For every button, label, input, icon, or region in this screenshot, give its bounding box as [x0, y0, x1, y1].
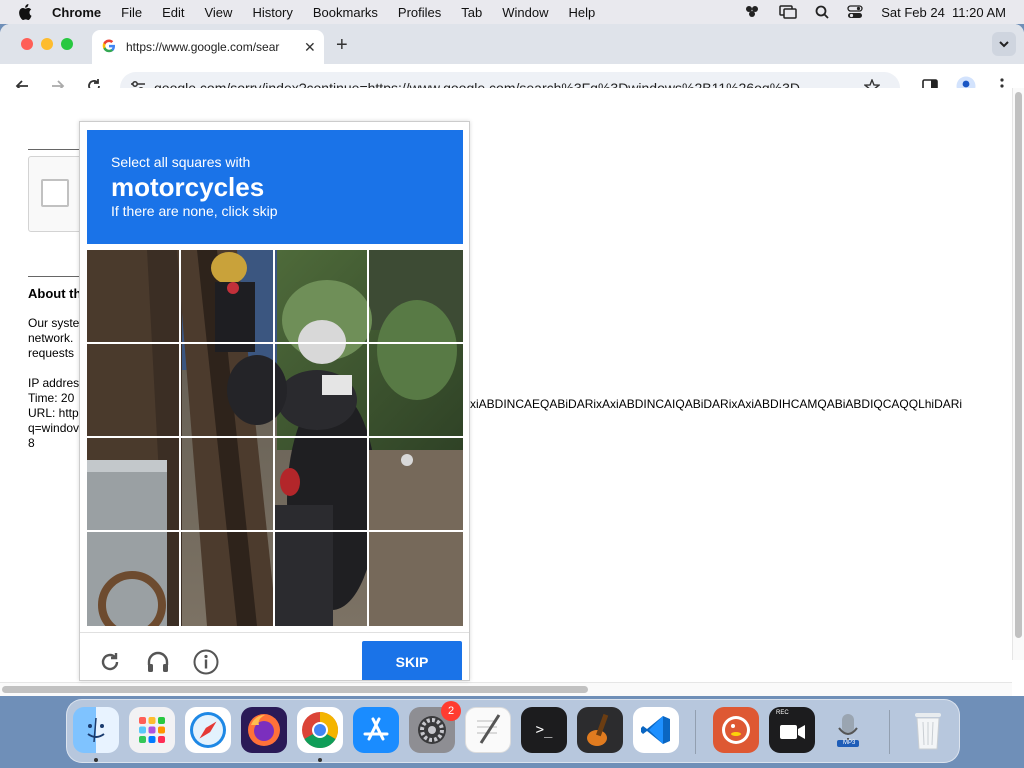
menu-edit[interactable]: Edit	[162, 5, 184, 20]
captcha-instruction: Select all squares with	[111, 154, 251, 170]
captcha-tile[interactable]	[87, 250, 179, 342]
vertical-scrollbar[interactable]	[1012, 88, 1024, 660]
captcha-reload-button[interactable]	[95, 649, 125, 679]
menu-bar: Chrome File Edit View History Bookmarks …	[0, 0, 1024, 24]
dock-separator	[695, 710, 696, 754]
recaptcha-checkbox[interactable]	[41, 179, 69, 207]
horizontal-scrollbar[interactable]	[0, 682, 1012, 696]
tab-title: https://www.google.com/sear	[126, 40, 280, 54]
captcha-tile[interactable]	[369, 344, 461, 436]
about-heading: About th	[28, 286, 82, 301]
system-settings-icon[interactable]: 2	[409, 701, 461, 753]
captcha-tile[interactable]	[181, 438, 273, 530]
close-window-button[interactable]	[21, 38, 33, 50]
body-line: network.	[28, 331, 74, 345]
captcha-tile[interactable]	[275, 438, 367, 530]
fullscreen-window-button[interactable]	[61, 38, 73, 50]
dock: 2 >_ REC MP3	[66, 699, 960, 763]
vscode-icon[interactable]	[633, 707, 679, 753]
captcha-tile[interactable]	[87, 344, 179, 436]
captcha-tile[interactable]	[87, 532, 179, 624]
query-line: q=windov	[28, 421, 80, 435]
new-tab-button[interactable]: +	[336, 34, 348, 57]
safari-icon[interactable]	[185, 707, 231, 753]
menu-help[interactable]: Help	[569, 5, 596, 20]
screen-recorder-icon[interactable]: REC	[769, 707, 815, 753]
google-favicon-icon	[102, 39, 116, 56]
chrome-icon[interactable]	[297, 707, 343, 753]
menu-app-name[interactable]: Chrome	[52, 5, 101, 20]
url-line: URL: http	[28, 406, 79, 420]
mp3-label: MP3	[843, 740, 856, 746]
menu-profiles[interactable]: Profiles	[398, 5, 441, 20]
body-line: Our syste	[28, 316, 80, 330]
menu-file[interactable]: File	[121, 5, 142, 20]
running-indicator	[94, 758, 98, 762]
ip-address-line: IP addres	[28, 376, 80, 390]
apple-icon[interactable]	[18, 4, 38, 20]
minimize-window-button[interactable]	[41, 38, 53, 50]
captcha-tile[interactable]	[275, 532, 367, 624]
skip-button[interactable]: SKIP	[362, 641, 462, 680]
captcha-tile[interactable]	[275, 344, 367, 436]
menu-view[interactable]: View	[204, 5, 232, 20]
captcha-tile[interactable]	[181, 250, 273, 342]
mic-icon[interactable]: MP3	[825, 707, 871, 753]
menubar-clock[interactable]: Sat Feb 24 11:20 AM	[881, 5, 1006, 20]
url-continuation: xiABDINCAEQABiDARixAxiABDINCAIQABiDARixA…	[470, 397, 963, 411]
captcha-tile[interactable]	[369, 438, 461, 530]
launchpad-icon[interactable]	[129, 707, 175, 753]
notification-badge: 2	[441, 701, 461, 721]
scrollbar-thumb[interactable]	[2, 686, 588, 693]
tab-search-button[interactable]	[992, 32, 1016, 56]
tab-google-sorry[interactable]: https://www.google.com/sear ✕	[92, 30, 324, 64]
duckduckgo-icon[interactable]	[713, 707, 759, 753]
captcha-audio-button[interactable]	[143, 649, 173, 679]
dock-separator	[889, 710, 890, 754]
captcha-tile[interactable]	[369, 532, 461, 624]
menu-bookmarks[interactable]: Bookmarks	[313, 5, 378, 20]
captcha-footer: SKIP	[80, 632, 469, 680]
terminal-prompt: >_	[535, 722, 553, 738]
textedit-icon[interactable]	[465, 707, 511, 753]
chevron-down-icon	[998, 35, 1010, 53]
info-icon	[193, 649, 219, 680]
users-icon[interactable]	[743, 4, 761, 20]
captcha-tile[interactable]	[275, 250, 367, 342]
terminal-icon[interactable]: >_	[521, 707, 567, 753]
scrollbar-thumb[interactable]	[1015, 92, 1022, 638]
captcha-image-grid	[87, 250, 463, 626]
captcha-keyword: motorcycles	[111, 172, 265, 202]
captcha-challenge: Select all squares with motorcycles If t…	[79, 121, 470, 681]
headphones-icon	[146, 650, 170, 679]
captcha-info-button[interactable]	[191, 649, 221, 679]
captcha-note: If there are none, click skip	[111, 203, 278, 219]
tab-close-icon[interactable]: ✕	[304, 39, 316, 56]
menu-tab[interactable]: Tab	[461, 5, 482, 20]
menu-history[interactable]: History	[252, 5, 292, 20]
body-line: requests	[28, 346, 75, 360]
captcha-tile[interactable]	[181, 344, 273, 436]
captcha-tile[interactable]	[87, 438, 179, 530]
app-store-icon[interactable]	[353, 707, 399, 753]
query-line-end: 8	[28, 436, 35, 450]
garageband-icon[interactable]	[577, 707, 623, 753]
rec-label: REC	[776, 710, 789, 716]
control-center-icon[interactable]	[847, 5, 863, 19]
trash-icon[interactable]	[905, 707, 951, 753]
tab-strip: https://www.google.com/sear ✕ +	[0, 24, 1024, 64]
running-indicator	[318, 758, 322, 762]
captcha-tile[interactable]	[181, 532, 273, 624]
captcha-header: Select all squares with motorcycles If t…	[87, 130, 463, 244]
finder-icon[interactable]	[73, 707, 119, 753]
spotlight-search-icon[interactable]	[815, 5, 829, 19]
firefox-icon[interactable]	[241, 707, 287, 753]
menu-window[interactable]: Window	[502, 5, 548, 20]
time-line: Time: 20	[28, 391, 75, 405]
captcha-tile[interactable]	[369, 250, 461, 342]
screen-mirror-icon[interactable]	[779, 5, 797, 19]
reload-icon	[98, 650, 122, 679]
